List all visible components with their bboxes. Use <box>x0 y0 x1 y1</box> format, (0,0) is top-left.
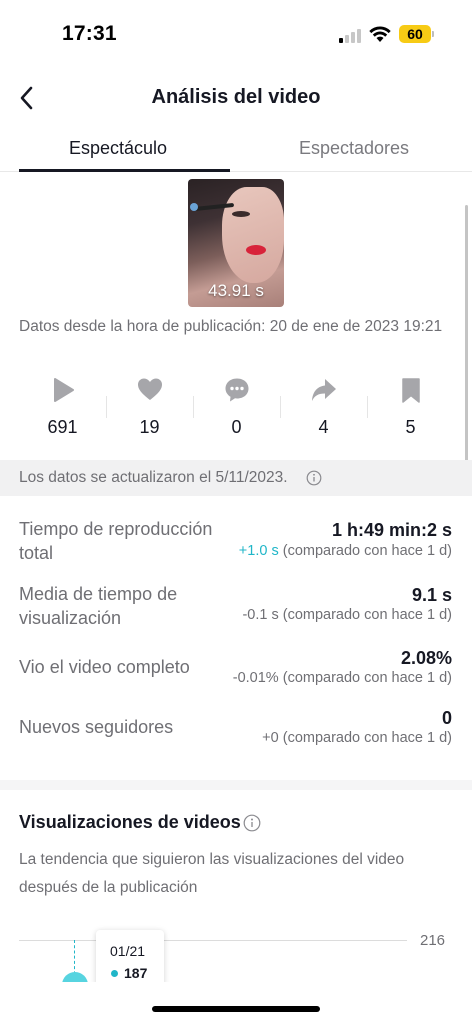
info-icon[interactable] <box>306 470 322 486</box>
video-thumbnail[interactable]: 43.91 s <box>188 179 284 307</box>
metric-likes: 19 <box>106 372 193 442</box>
tab-espectadores[interactable]: Espectadores <box>236 128 472 172</box>
scrollbar[interactable] <box>465 205 468 470</box>
metric-comments: 0 <box>193 372 280 442</box>
thumbnail-eye <box>232 211 250 217</box>
cellular-signal-icon <box>339 27 363 43</box>
video-duration: 43.91 s <box>208 281 264 300</box>
tooltip-series-dot <box>111 970 118 977</box>
saves-count: 5 <box>405 417 416 437</box>
home-indicator[interactable] <box>152 1006 320 1012</box>
tooltip-date: 01/21 <box>110 943 146 959</box>
active-tab-underline <box>19 169 230 172</box>
stat-label-full-video: Vio el video completo <box>19 657 190 677</box>
stat-compare-total-play-time: +1.0 s (comparado con hace 1 d) <box>239 543 452 559</box>
tab-bar: Espectáculo Espectadores <box>0 128 472 172</box>
stat-compare-text: (comparado con hace 1 d) <box>282 543 452 559</box>
share-icon <box>311 379 336 401</box>
heart-icon <box>137 378 162 400</box>
battery-indicator: 60 <box>399 25 431 43</box>
stat-delta: -0.1 s <box>242 607 279 623</box>
shares-count: 4 <box>318 417 329 437</box>
tab-espectaculo[interactable]: Espectáculo <box>0 128 236 172</box>
views-section-title: Visualizaciones de videos <box>19 812 241 832</box>
stat-compare-avg-watch-time: -0.1 s (comparado con hace 1 d) <box>242 607 452 623</box>
views-count: 691 <box>47 417 78 437</box>
stat-compare-text: (comparado con hace 1 d) <box>282 730 452 746</box>
wifi-icon <box>369 26 391 42</box>
stat-compare-full-video: -0.01% (comparado con hace 1 d) <box>233 670 452 686</box>
play-icon <box>53 378 74 402</box>
engagement-metrics: 691 19 0 4 5 <box>19 372 453 442</box>
views-section-description: La tendencia que siguieron las visualiza… <box>19 851 405 896</box>
comments-count: 0 <box>231 417 242 437</box>
stat-compare-text: (comparado con hace 1 d) <box>282 607 452 623</box>
thumbnail-face <box>222 187 284 283</box>
data-updated-banner: Los datos se actualizaron el 5/11/2023. <box>0 460 472 496</box>
comment-icon <box>225 378 248 402</box>
chart-gridline <box>19 940 407 941</box>
stat-value-new-followers: 0 <box>441 708 452 728</box>
likes-count: 19 <box>139 417 160 437</box>
stat-delta: +1.0 s <box>238 543 279 559</box>
thumbnail-lips <box>246 245 266 255</box>
stat-label-avg-watch-time: Media de tiempo de visualización <box>19 584 178 628</box>
metric-views: 691 <box>19 372 106 442</box>
stat-delta: -0.01% <box>232 670 279 686</box>
chart-data-point[interactable] <box>62 972 88 982</box>
stat-delta: +0 <box>262 730 279 746</box>
chart-tooltip: 01/21 187 <box>96 930 164 982</box>
battery-tip <box>432 31 434 37</box>
stat-value-full-video: 2.08% <box>400 648 452 668</box>
thumbnail-wand-tip <box>190 203 198 211</box>
page-title: Análisis del video <box>151 86 321 108</box>
stat-label-new-followers: Nuevos seguidores <box>19 717 174 737</box>
status-time: 17:31 <box>62 22 117 45</box>
status-bar: 17:31 60 <box>0 0 472 70</box>
stat-compare-text: (comparado con hace 1 d) <box>282 670 452 686</box>
stat-label-total-play-time: Tiempo de reproducción total <box>19 519 213 563</box>
bookmark-icon <box>401 378 420 403</box>
info-icon[interactable] <box>243 814 261 832</box>
publication-date: Datos desde la hora de publicación: 20 d… <box>19 318 443 335</box>
chart-y-max-label: 216 <box>420 932 446 949</box>
metric-shares: 4 <box>280 372 367 442</box>
section-divider <box>0 780 472 790</box>
stat-value-avg-watch-time: 9.1 s <box>411 585 452 605</box>
stat-value-total-play-time: 1 h:49 min:2 s <box>331 520 452 540</box>
views-trend-chart[interactable]: 216 01/21 187 <box>0 920 472 982</box>
metric-saves: 5 <box>367 372 454 442</box>
tooltip-value: 187 <box>124 965 148 981</box>
nav-header: Análisis del video <box>0 70 472 126</box>
stat-compare-new-followers: +0 (comparado con hace 1 d) <box>262 730 452 746</box>
data-updated-text: Los datos se actualizaron el 5/11/2023. <box>19 469 288 486</box>
